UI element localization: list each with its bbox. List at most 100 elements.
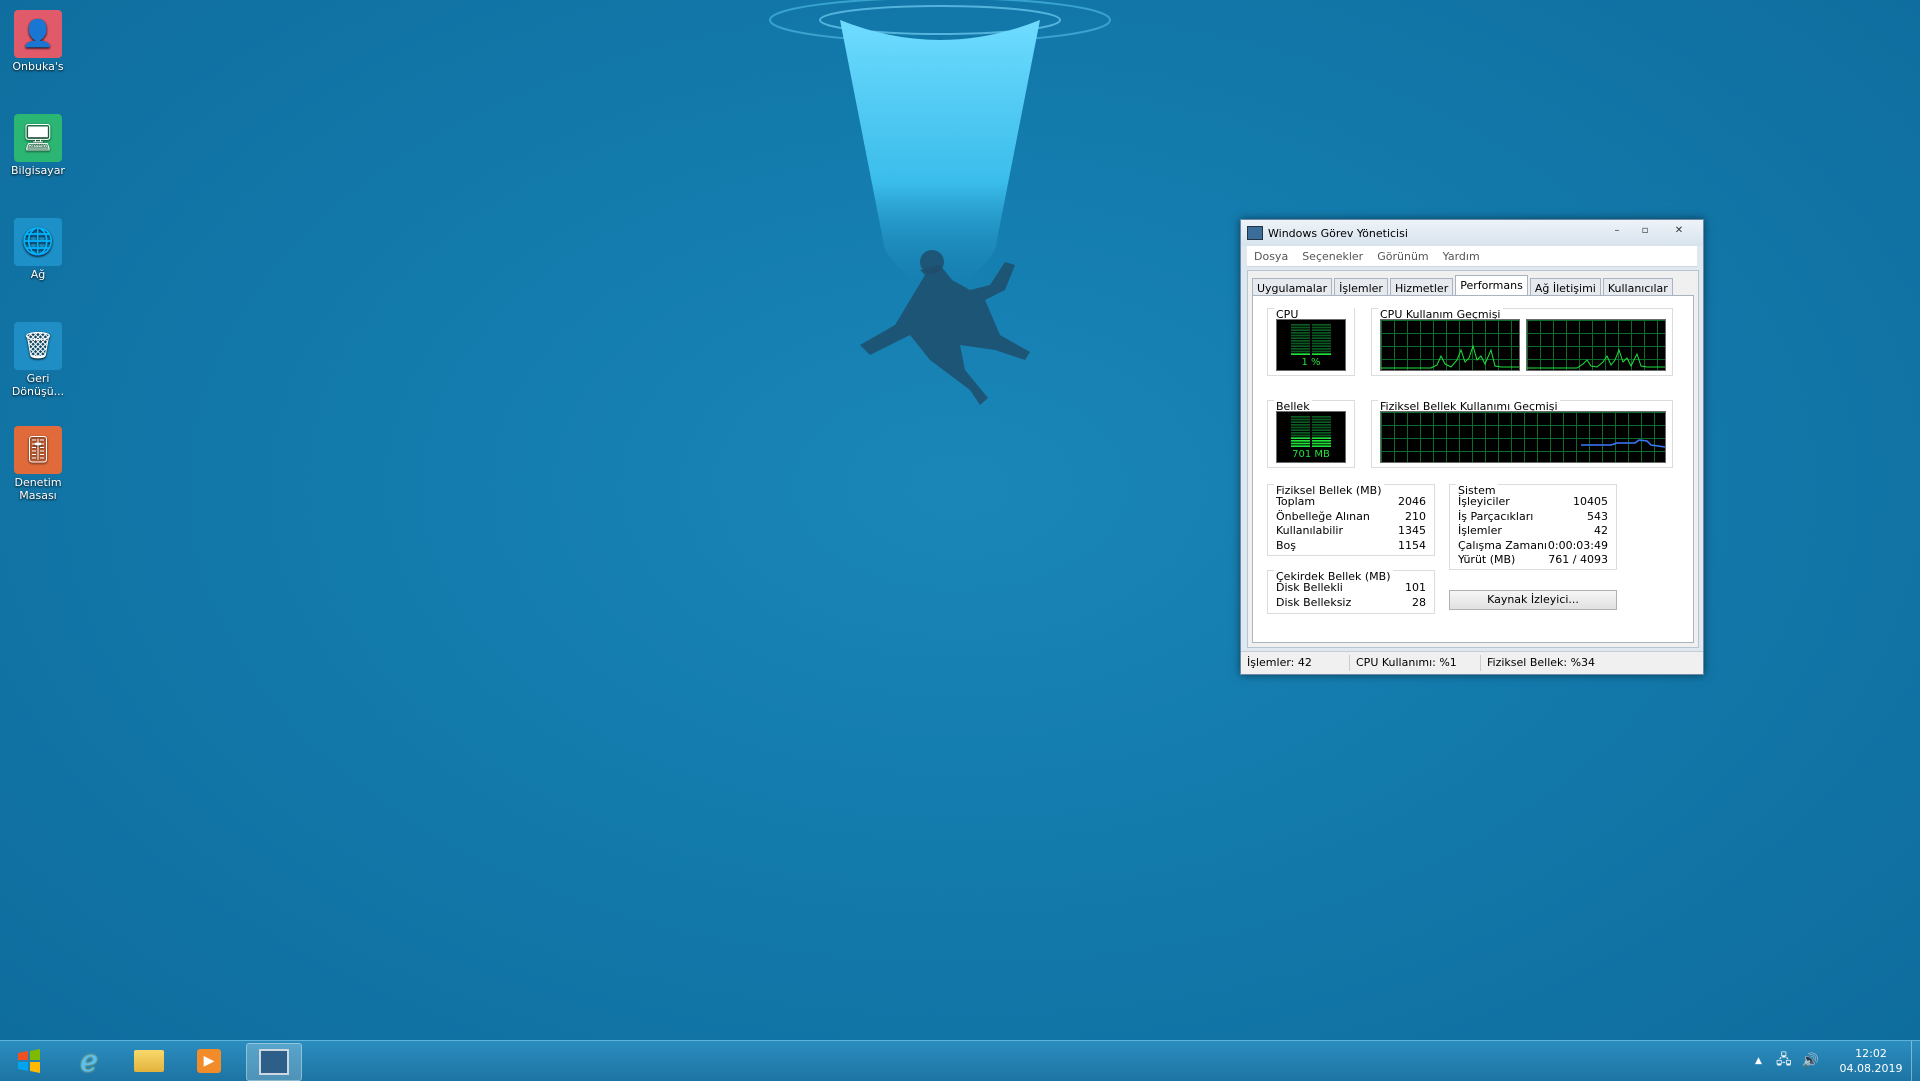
user-icon: 👤 [14,10,62,58]
desktop-icon-computer[interactable]: 🖥 Bilgisayar [4,108,72,177]
gauge-segment [1291,353,1310,355]
title-bar[interactable]: Windows Görev Yöneticisi – ▫ ✕ [1241,220,1703,246]
taskbar-file-explorer[interactable] [122,1043,176,1079]
menu-help[interactable]: Yardım [1436,250,1487,263]
gauge-segment [1291,337,1310,339]
gauge-segment [1312,424,1331,426]
info-label: İşlemler [1458,524,1502,537]
task-manager-window[interactable]: Windows Görev Yöneticisi – ▫ ✕ Dosya Seç… [1240,219,1704,675]
taskbar: e ▶ ▲ 🖧 🔊 12:02 04.08.2019 [0,1040,1920,1081]
start-icon [18,1049,40,1073]
system-tray: ▲ 🖧 🔊 12:02 04.08.2019 [1755,1041,1920,1081]
gauge-segment [1312,337,1331,339]
resource-monitor-button[interactable]: Kaynak İzleyici... [1449,590,1617,610]
status-memory: Fiziksel Bellek: %34 [1487,656,1596,669]
gauge-segment [1291,326,1310,329]
gauge-segment [1291,432,1310,434]
info-value: 543 [1587,509,1608,523]
taskbar-task-manager[interactable] [246,1043,302,1081]
menu-file[interactable]: Dosya [1247,250,1295,263]
gauge-segment [1312,340,1331,342]
taskbar-internet-explorer[interactable]: e [62,1043,116,1079]
info-row: İş Parçacıkları 543 [1458,510,1608,525]
info-value: 1345 [1398,524,1426,537]
cpu-usage-value: 1 % [1301,357,1321,368]
internet-explorer-icon: e [80,1043,98,1079]
info-label: Disk Belleksiz [1276,595,1352,609]
gauge-segment [1312,445,1331,447]
gauge-segment [1291,445,1310,447]
desktop-icon-label: Onbuka's [12,60,64,73]
gauge-segment [1291,334,1310,337]
info-label: Kullanılabilir [1276,524,1343,537]
gauge-segment [1312,416,1331,418]
gauge-segment [1312,345,1331,347]
gauge-segment [1312,421,1331,423]
gauge-segment [1291,324,1310,326]
gauge-segment [1312,434,1331,437]
taskbar-media-player[interactable]: ▶ [182,1043,236,1079]
gauge-segment [1312,442,1331,445]
gauge-segment [1291,434,1310,437]
cpu-history-line-1 [1381,344,1519,369]
info-row: İşlemler 42 [1458,524,1608,539]
gauge-segment [1312,342,1331,345]
task-manager-icon [259,1049,289,1075]
gauge-segment [1291,437,1310,439]
cpu-usage-gauge: 1 % [1276,319,1346,371]
info-label: İş Parçacıkları [1458,509,1534,523]
memory-history-group: Fiziksel Bellek Kullanımı Geçmişi [1371,400,1673,468]
menu-view[interactable]: Görünüm [1370,250,1435,263]
status-bar: İşlemler: 42 CPU Kullanımı: %1 Fiziksel … [1241,651,1703,674]
desktop-icon-recycle-bin[interactable]: 🗑 Geri Dönüşü... [4,316,72,398]
info-row: Kullanılabilir 1345 [1276,524,1426,539]
desktop-icon-user[interactable]: 👤 Onbuka's [4,4,72,73]
info-label: Yürüt (MB) [1458,553,1516,566]
gauge-segment [1291,342,1310,345]
gauge-segment [1291,440,1310,442]
gauge-segment [1291,429,1310,431]
system-group: Sistem İşleyiciler 10405 İş Parçacıkları 54… [1449,484,1617,570]
gauge-segment [1312,426,1331,429]
info-row: Disk Bellekli 101 [1276,581,1426,596]
gauge-segment [1291,332,1310,334]
gauge-segment [1291,421,1310,423]
gauge-segment [1312,334,1331,337]
gauge-segment [1291,345,1310,347]
gauge-segment [1291,424,1310,426]
file-explorer-icon [134,1050,164,1072]
task-manager-icon [1247,226,1263,240]
close-button[interactable]: ✕ [1659,220,1699,240]
info-value: 0:00:03:49 [1547,538,1608,552]
show-hidden-icons-icon[interactable]: ▲ [1755,1056,1762,1066]
start-button[interactable] [2,1043,56,1079]
status-cpu: CPU Kullanımı: %1 [1350,655,1481,671]
minimize-button[interactable]: – [1603,220,1631,240]
cpu-history-graph-core-2 [1526,319,1666,371]
clock[interactable]: 12:02 04.08.2019 [1831,1046,1911,1076]
cpu-history-graph-core-1 [1380,319,1520,371]
memory-value: 701 MB [1292,449,1330,460]
info-row: Disk Belleksiz 28 [1276,596,1426,611]
show-desktop-button[interactable] [1911,1041,1920,1081]
gauge-segment [1312,326,1331,329]
performance-panel: CPU Kullanımı 1 % CPU Kullanım Geçmişi B… [1252,295,1694,643]
gauge-segment [1291,418,1310,421]
gauge-segment [1291,416,1310,418]
desktop-icon-network-globe[interactable]: 🌐 Ağ [4,212,72,281]
maximize-button[interactable]: ▫ [1631,220,1659,240]
volume-icon[interactable]: 🔊 [1802,1053,1819,1069]
menu-options[interactable]: Seçenekler [1295,250,1370,263]
network-icon[interactable]: 🖧 [1776,1049,1792,1073]
desktop-icon-control-panel[interactable]: 🎚 Denetim Masası [4,420,72,502]
computer-icon: 🖥 [14,114,62,162]
info-row: Toplam 2046 [1276,495,1426,510]
info-label: Çalışma Zamanı [1458,538,1547,552]
gauge-segment [1291,350,1310,353]
menu-bar: Dosya Seçenekler Görünüm Yardım [1247,246,1697,267]
kernel-memory-group: Çekirdek Bellek (MB) Disk Bellekli 101 Dis… [1267,570,1435,614]
gauge-segment [1312,429,1331,431]
desktop-icon-label: Bilgisayar [11,164,65,177]
info-value: 42 [1594,524,1608,537]
memory-group: Bellek 701 MB [1267,400,1355,468]
